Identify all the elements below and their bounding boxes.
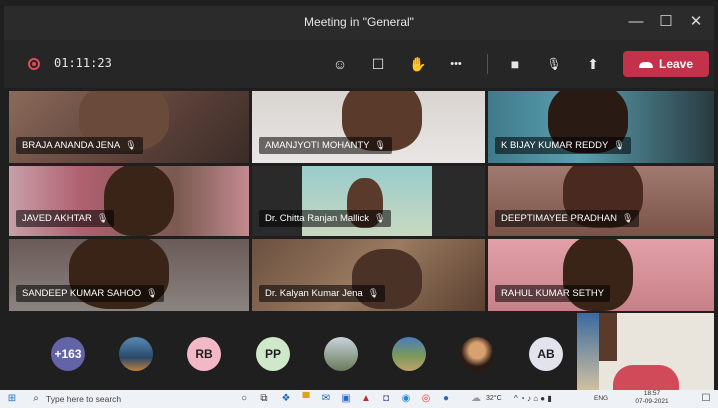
avatar[interactable]: AB — [529, 337, 563, 371]
mic-muted-icon: 🎙 — [374, 140, 386, 150]
participant-name-label: Dr. Kalyan Kumar Jena 🎙 — [259, 285, 386, 302]
participant-name-label: AMANJYOTI MOHANTY 🎙 — [259, 137, 392, 154]
search-icon: ⌕ — [33, 393, 39, 404]
clock-time: 18:57 — [643, 390, 661, 397]
participant-name-label: JAVED AKHTAR 🎙 — [16, 210, 115, 227]
edge-icon[interactable]: ◉ — [400, 393, 412, 405]
minimize-button[interactable]: — — [624, 11, 648, 33]
notifications-icon[interactable]: ☐ — [700, 393, 712, 405]
close-button[interactable]: ✕ — [684, 11, 708, 33]
overflow-count-badge[interactable]: +163 — [51, 337, 85, 371]
weather-temp: 32°C — [486, 395, 502, 402]
weather-icon: ☁ — [471, 393, 481, 404]
video-tile[interactable]: BRAJA ANANDA JENA 🎙 — [9, 91, 249, 163]
recording-icon — [28, 58, 40, 70]
mail-icon[interactable]: ✉ — [320, 393, 332, 405]
raise-hand-icon[interactable]: ✋ — [405, 52, 431, 76]
avatar[interactable]: PP — [256, 337, 290, 371]
leave-button[interactable]: Leave — [623, 51, 709, 77]
chat-icon[interactable]: ☐ — [365, 52, 391, 76]
participant-name-label: K BIJAY KUMAR REDDY 🎙 — [495, 137, 631, 154]
video-tile[interactable]: Dr. Kalyan Kumar Jena 🎙 — [252, 239, 485, 311]
participant-name-label: DEEPTIMAYEE PRADHAN 🎙 — [495, 210, 640, 227]
windows-taskbar: ⊞ ⌕ Type here to search ○ ⧉ ❖ ▀ ✉ ▣ ▲ ◘ … — [0, 390, 718, 408]
chrome-icon[interactable]: ◎ — [420, 393, 432, 405]
mic-muted-icon[interactable]: 🎙 — [541, 52, 567, 76]
taskbar-search-input[interactable]: Type here to search — [46, 394, 121, 404]
window-curtain — [577, 313, 599, 390]
participant-name-label: BRAJA ANANDA JENA 🎙 — [16, 137, 143, 154]
self-shirt — [613, 365, 679, 390]
title-bar: Meeting in "General" — ☐ ✕ — [4, 6, 714, 40]
video-tile[interactable]: JAVED AKHTAR 🎙 — [9, 166, 249, 236]
mic-muted-icon: 🎙 — [146, 288, 158, 298]
share-screen-icon[interactable]: ⬆ — [580, 52, 606, 76]
window-title: Meeting in "General" — [304, 15, 414, 29]
dropbox-icon[interactable]: ❖ — [280, 393, 292, 405]
avatar[interactable] — [392, 337, 426, 371]
mic-muted-icon: 🎙 — [96, 213, 109, 223]
leave-label: Leave — [658, 57, 694, 71]
meeting-toolbar: 01:11:23 ☺ ☐ ✋ ••• ■ 🎙 ⬆ Leave — [4, 40, 714, 88]
clock-date: 07-09-2021 — [635, 398, 669, 405]
mic-muted-icon: 🎙 — [125, 140, 137, 150]
file-explorer-icon[interactable]: ▀ — [300, 393, 312, 405]
participants-icon[interactable]: ☺ — [327, 52, 353, 76]
cortana-icon[interactable]: ○ — [238, 393, 250, 405]
browser-icon[interactable]: ● — [440, 393, 452, 405]
phone-hangup-icon — [638, 61, 653, 68]
avatar[interactable] — [119, 337, 153, 371]
store-icon[interactable]: ▣ — [340, 393, 352, 405]
video-tile[interactable]: K BIJAY KUMAR REDDY 🎙 — [488, 91, 714, 163]
participant-name-label: Dr. Chitta Ranjan Mallick 🎙 — [259, 210, 392, 227]
mic-muted-icon: 🎙 — [613, 140, 625, 150]
more-options-icon[interactable]: ••• — [443, 52, 469, 76]
avatar[interactable] — [460, 337, 494, 371]
mic-muted-icon: 🎙 — [374, 213, 386, 223]
participant-name-label: SANDEEP KUMAR SAHOO 🎙 — [16, 285, 164, 302]
video-tile[interactable]: SANDEEP KUMAR SAHOO 🎙 — [9, 239, 249, 311]
avatar[interactable] — [324, 337, 358, 371]
video-tile[interactable]: RAHUL KUMAR SETHY — [488, 239, 714, 311]
video-tile[interactable]: Dr. Chitta Ranjan Mallick 🎙 — [252, 166, 485, 236]
app-icon[interactable]: ▲ — [360, 393, 372, 405]
teams-meeting-window: Meeting in "General" — ☐ ✕ 01:11:23 ☺ ☐ … — [4, 6, 714, 390]
camera-icon[interactable]: ■ — [502, 52, 528, 76]
taskbar-clock[interactable]: 18:57 07-09-2021 — [630, 390, 674, 406]
toolbar-divider — [487, 54, 488, 74]
windows-start-icon[interactable]: ⊞ — [6, 393, 18, 405]
task-view-icon[interactable]: ⧉ — [258, 393, 270, 405]
teams-icon[interactable]: ◘ — [380, 393, 392, 405]
meeting-timer: 01:11:23 — [54, 56, 112, 70]
participant-video — [104, 166, 174, 236]
video-tile[interactable]: AMANJYOTI MOHANTY 🎙 — [252, 91, 485, 163]
system-tray-icons[interactable]: ^ ◔ ♪ ⌂ ● ▮ — [514, 394, 552, 403]
avatar[interactable]: RB — [187, 337, 221, 371]
input-language[interactable]: ENG — [594, 395, 608, 402]
self-view-video[interactable] — [577, 313, 714, 390]
maximize-button[interactable]: ☐ — [654, 11, 678, 33]
participant-name-label: RAHUL KUMAR SETHY — [495, 285, 611, 302]
mic-muted-icon: 🎙 — [621, 213, 634, 223]
mic-muted-icon: 🎙 — [367, 288, 380, 298]
video-tile[interactable]: DEEPTIMAYEE PRADHAN 🎙 — [488, 166, 714, 236]
